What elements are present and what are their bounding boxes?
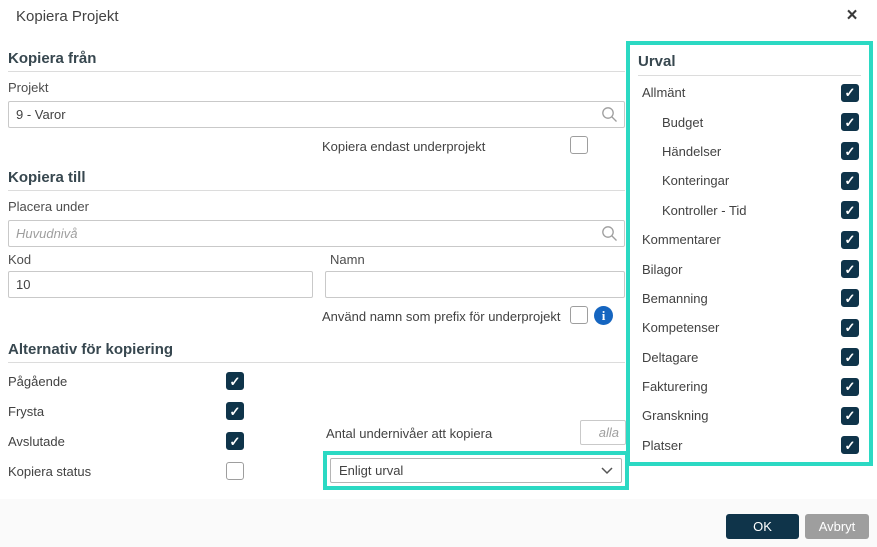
- prefix-label: Använd namn som prefix för underprojekt: [322, 309, 561, 324]
- copy-mode-select[interactable]: Enligt urval: [330, 458, 622, 483]
- selection-label: Kommentarer: [642, 232, 721, 248]
- selection-row: Allmänt: [634, 78, 865, 107]
- selection-label: Platser: [642, 437, 683, 453]
- status-row: Pågående: [8, 366, 244, 396]
- copy-project-dialog: Kopiera Projekt × Kopiera från Projekt K…: [0, 0, 877, 547]
- section-copy-to: Kopiera till: [8, 169, 86, 186]
- name-input[interactable]: [325, 271, 625, 298]
- cancel-button[interactable]: Avbryt: [805, 514, 869, 539]
- selection-checkbox[interactable]: [841, 377, 859, 396]
- selection-row: Kommentarer: [634, 225, 865, 254]
- selection-checkbox[interactable]: [841, 113, 859, 132]
- only-subprojects-label: Kopiera endast underprojekt: [322, 139, 486, 154]
- copy-mode-value: Enligt urval: [339, 463, 404, 478]
- selection-checkbox[interactable]: [841, 289, 859, 308]
- status-label: Frysta: [8, 403, 45, 419]
- selection-header: Urval: [638, 53, 676, 70]
- project-input[interactable]: [8, 101, 625, 128]
- status-row: Avslutade: [8, 426, 244, 456]
- status-row: Frysta: [8, 396, 244, 426]
- selection-checkbox[interactable]: [841, 436, 859, 455]
- selection-row: Kompetenser: [634, 313, 865, 342]
- selection-label: Kompetenser: [642, 320, 720, 336]
- selection-checkbox[interactable]: [841, 318, 859, 337]
- selection-label: Bilagor: [642, 261, 683, 277]
- selection-checkbox[interactable]: [841, 171, 859, 190]
- code-input[interactable]: [8, 271, 313, 298]
- status-label: Kopiera status: [8, 463, 92, 479]
- status-checkbox[interactable]: [226, 372, 244, 390]
- selection-label: Fakturering: [642, 379, 708, 395]
- status-row: Kopiera status: [8, 456, 244, 486]
- levels-input[interactable]: [580, 420, 626, 445]
- status-checkbox[interactable]: [226, 432, 244, 450]
- selection-checkbox[interactable]: [841, 83, 859, 102]
- selection-row: Deltagare: [634, 343, 865, 372]
- selection-checkbox[interactable]: [841, 142, 859, 161]
- place-under-label: Placera under: [8, 199, 89, 214]
- selection-checkbox[interactable]: [841, 201, 859, 220]
- selection-label: Kontroller - Tid: [662, 202, 747, 218]
- divider: [638, 75, 861, 76]
- code-label: Kod: [8, 252, 32, 267]
- divider: [8, 71, 625, 72]
- levels-label: Antal undernivåer att kopiera: [326, 426, 493, 441]
- selection-panel: Urval Allmänt Budget Händelser Konteringar K…: [626, 41, 873, 466]
- status-label: Pågående: [8, 373, 68, 389]
- selection-label: Budget: [662, 114, 704, 130]
- divider: [8, 362, 625, 363]
- selection-label: Bemanning: [642, 290, 708, 306]
- selection-row: Händelser: [634, 137, 865, 166]
- selection-row: Platser: [634, 431, 865, 460]
- info-icon[interactable]: i: [594, 306, 613, 325]
- chevron-down-icon: [601, 466, 613, 474]
- place-under-input[interactable]: [8, 220, 625, 247]
- ok-button[interactable]: OK: [726, 514, 799, 539]
- divider: [8, 190, 625, 191]
- section-copy-options: Alternativ för kopiering: [8, 341, 174, 358]
- selection-label: Konteringar: [662, 173, 730, 189]
- dialog-footer: OK Avbryt: [0, 499, 877, 547]
- selection-row: Fakturering: [634, 372, 865, 401]
- search-icon[interactable]: [601, 106, 618, 123]
- only-subprojects-checkbox[interactable]: [570, 136, 588, 154]
- selection-row: Bilagor: [634, 254, 865, 283]
- selection-label: Deltagare: [642, 349, 699, 365]
- selection-row: Granskning: [634, 401, 865, 430]
- selection-checkbox[interactable]: [841, 348, 859, 367]
- copy-mode-highlight: Enligt urval: [323, 451, 629, 490]
- section-copy-from: Kopiera från: [8, 50, 97, 67]
- project-label: Projekt: [8, 80, 49, 95]
- name-label: Namn: [330, 252, 365, 267]
- selection-label: Granskning: [642, 408, 709, 424]
- selection-checkbox[interactable]: [841, 260, 859, 279]
- status-list: Pågående Frysta Avslutade Kopiera status: [8, 366, 244, 486]
- status-checkbox[interactable]: [226, 402, 244, 420]
- dialog-title: Kopiera Projekt: [16, 8, 119, 25]
- prefix-checkbox[interactable]: [570, 306, 588, 324]
- close-icon[interactable]: ×: [840, 4, 864, 28]
- selection-row: Kontroller - Tid: [634, 196, 865, 225]
- selection-row: Konteringar: [634, 166, 865, 195]
- selection-list: Allmänt Budget Händelser Konteringar Kontrol…: [634, 78, 865, 460]
- selection-checkbox[interactable]: [841, 230, 859, 249]
- status-checkbox[interactable]: [226, 462, 244, 480]
- status-label: Avslutade: [8, 433, 65, 449]
- search-icon[interactable]: [601, 225, 618, 242]
- selection-label: Händelser: [662, 143, 722, 159]
- selection-label: Allmänt: [642, 85, 686, 101]
- selection-row: Budget: [634, 107, 865, 136]
- selection-checkbox[interactable]: [841, 406, 859, 425]
- selection-row: Bemanning: [634, 284, 865, 313]
